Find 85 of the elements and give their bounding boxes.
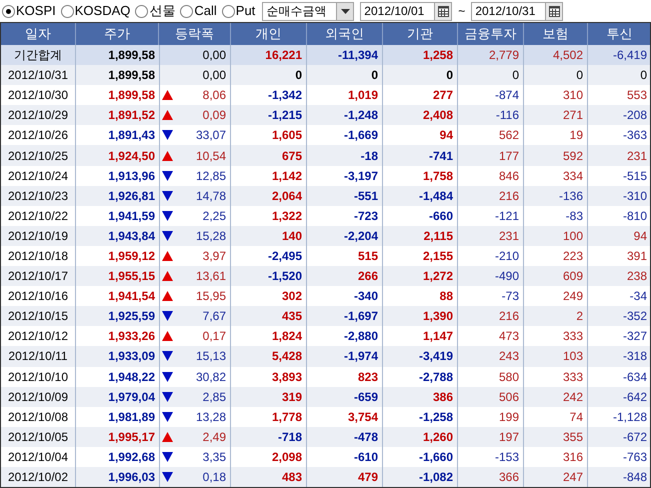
calendar-icon bbox=[438, 6, 449, 16]
calendar-button[interactable] bbox=[434, 2, 452, 20]
market-radio[interactable]: 선물 bbox=[135, 1, 176, 21]
down-triangle-icon bbox=[162, 170, 173, 181]
change-cell-text: 0,00 bbox=[202, 47, 226, 64]
down-triangle-icon bbox=[162, 210, 173, 221]
down-triangle-icon bbox=[162, 230, 173, 241]
price-cell-text: 1,959,12 bbox=[107, 248, 156, 265]
change-cell-text: 14,78 bbox=[196, 188, 226, 205]
price-cell-text: 1,979,04 bbox=[107, 388, 156, 406]
price-cell-text: 1,996,03 bbox=[107, 469, 156, 486]
up-triangle-icon bbox=[162, 271, 173, 282]
date-to-field[interactable]: 2012/10/31 bbox=[471, 2, 564, 20]
price-cell-text: 1,955,15 bbox=[107, 268, 156, 286]
market-radio[interactable]: KOSDAQ bbox=[60, 1, 130, 21]
down-triangle-icon bbox=[162, 412, 173, 422]
net-buy-cell: 247 bbox=[524, 466, 588, 487]
change-cell-text: 8,06 bbox=[202, 87, 226, 104]
down-triangle-icon bbox=[162, 190, 173, 201]
price-cell-text: 1,933,26 bbox=[107, 328, 156, 346]
down-triangle-icon bbox=[162, 472, 173, 482]
up-triangle-icon bbox=[162, 291, 173, 302]
change-cell-text: 0,17 bbox=[202, 328, 226, 346]
date-cell: 2012/10/02 bbox=[1, 466, 76, 487]
down-triangle-icon bbox=[162, 130, 173, 140]
up-triangle-icon bbox=[162, 150, 173, 161]
caret-icon bbox=[340, 8, 350, 14]
up-triangle-icon bbox=[162, 90, 173, 100]
up-triangle-icon bbox=[162, 432, 173, 442]
change-cell-text: 0,18 bbox=[202, 469, 226, 486]
market-radio[interactable]: KOSPI bbox=[2, 1, 56, 21]
change-cell-text: 2,85 bbox=[202, 388, 226, 406]
price-cell-text: 1,891,43 bbox=[107, 127, 156, 144]
calendar-icon bbox=[548, 6, 560, 16]
change-cell-text: 7,67 bbox=[202, 308, 226, 326]
down-triangle-icon bbox=[162, 392, 173, 402]
calendar-button[interactable] bbox=[545, 2, 562, 20]
change-cell-text: 15,13 bbox=[196, 348, 226, 366]
price-cell-text: 1,981,89 bbox=[107, 408, 156, 426]
change-cell-text: 15,95 bbox=[196, 288, 226, 306]
price-cell-text: 1,941,59 bbox=[107, 208, 156, 225]
change-cell-text: 13,28 bbox=[196, 408, 226, 426]
change-cell-text: 3,97 bbox=[202, 248, 226, 265]
change-cell-text: 0,09 bbox=[202, 107, 226, 124]
change-cell-text: 2,49 bbox=[202, 428, 226, 446]
range-separator: ~ bbox=[458, 3, 466, 20]
price-cell-text: 1,995,17 bbox=[107, 428, 156, 446]
price-cell-text: 1,891,52 bbox=[107, 107, 156, 124]
change-cell-text: 10,54 bbox=[196, 148, 226, 165]
change-cell-text: 15,28 bbox=[196, 228, 226, 245]
up-triangle-icon bbox=[162, 110, 173, 120]
net-buy-cell: 366 bbox=[458, 466, 524, 487]
change-cell-text: 33,07 bbox=[196, 127, 226, 144]
net-buy-cell: 483 bbox=[231, 466, 307, 487]
down-triangle-icon bbox=[162, 452, 173, 462]
down-triangle-icon bbox=[162, 311, 173, 322]
net-buy-cell: -848 bbox=[588, 466, 650, 487]
change-cell-text: 13,61 bbox=[196, 268, 226, 286]
price-cell-text: 1,941,54 bbox=[107, 288, 156, 306]
change-cell-text: 30,82 bbox=[196, 368, 226, 386]
price-cell-text: 1,913,96 bbox=[107, 168, 156, 185]
price-cell-text: 1,899,58 bbox=[107, 67, 156, 84]
up-triangle-icon bbox=[162, 331, 173, 342]
price-cell-text: 1,925,59 bbox=[107, 308, 156, 326]
down-triangle-icon bbox=[162, 372, 173, 382]
price-cell-text: 1,924,50 bbox=[107, 148, 156, 165]
date-from-field[interactable]: 2012/10/01 bbox=[360, 2, 452, 20]
price-cell-text: 1,899,58 bbox=[107, 47, 156, 64]
price-cell-text: 1,933,09 bbox=[107, 348, 156, 366]
price-cell-text: 1,948,22 bbox=[107, 368, 156, 386]
change-cell-text: 12,85 bbox=[196, 168, 226, 185]
market-radio[interactable]: Call bbox=[180, 1, 217, 21]
price-cell-text: 1,992,68 bbox=[107, 448, 156, 466]
net-buy-cell: 479 bbox=[307, 466, 383, 487]
change-cell-text: 3,35 bbox=[202, 448, 226, 466]
measure-dropdown[interactable]: 순매수금액 bbox=[262, 2, 354, 20]
price-cell-text: 1,943,84 bbox=[107, 228, 156, 245]
up-triangle-icon bbox=[162, 250, 173, 261]
price-cell-text: 1,926,81 bbox=[107, 188, 156, 205]
down-triangle-icon bbox=[162, 351, 173, 362]
net-buy-cell: -1,082 bbox=[383, 466, 458, 487]
change-cell-text: 2,25 bbox=[202, 208, 226, 225]
change-cell-text: 0,00 bbox=[202, 67, 226, 84]
price-cell-text: 1,899,58 bbox=[107, 87, 156, 104]
market-radio[interactable]: Put bbox=[222, 1, 256, 21]
